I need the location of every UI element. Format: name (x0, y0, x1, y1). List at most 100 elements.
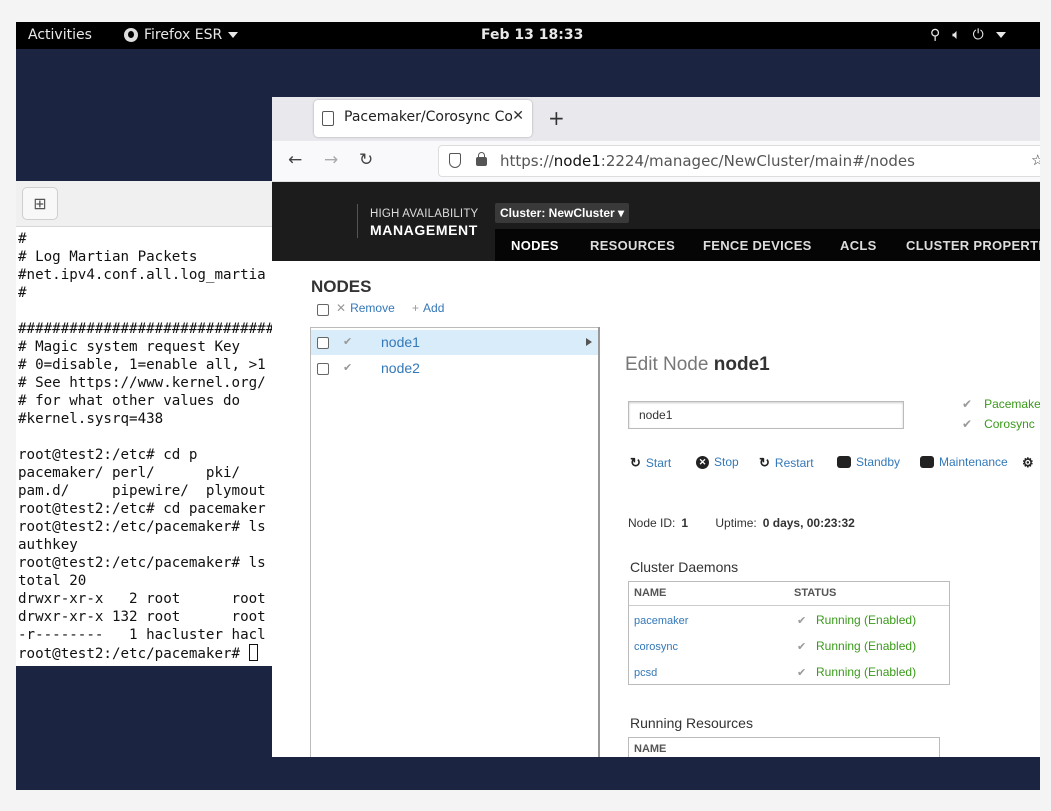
power-icon: ⏻ (972, 27, 984, 43)
running-resources-title: Running Resources (630, 715, 753, 731)
start-button[interactable]: ↻ Start (630, 455, 671, 471)
menu-cluster-properties[interactable]: CLUSTER PROPERTIE (906, 238, 1040, 253)
table-divider (629, 605, 949, 606)
restart-icon: ↻ (759, 455, 770, 470)
chevron-down-icon (228, 32, 239, 38)
terminal-line: # See https://www.kernel.org/ (18, 375, 266, 391)
brand-line2: MANAGEMENT (370, 222, 478, 238)
edit-node-title: Edit Node node1 (625, 354, 770, 375)
system-menu[interactable]: ⚲ 🔈︎ ⏻ (930, 27, 1006, 43)
terminal-prompt: root@test2:/etc/pacemaker# (18, 646, 249, 662)
tab-bar: Pacemaker/Corosync Con ✕ + (272, 97, 1040, 141)
daemon-table: NAME STATUS pacemaker ✔ Running (Enabled… (628, 581, 950, 685)
close-tab-icon[interactable]: ✕ (512, 108, 524, 124)
cluster-daemons-title: Cluster Daemons (630, 559, 739, 575)
main-menu: NODES RESOURCES FENCE DEVICES ACLS CLUST… (495, 229, 1040, 261)
menu-nodes[interactable]: NODES (511, 238, 559, 253)
stop-icon: ✕ (696, 455, 709, 469)
terminal-line: # for what other values do (18, 393, 241, 409)
network-icon: ⚲ (930, 27, 941, 43)
app-header: HIGH AVAILABILITY MANAGEMENT Cluster: Ne… (272, 182, 1040, 261)
daemon-status: Running (Enabled) (816, 665, 917, 679)
gnome-top-bar: Activities Firefox ESR Feb 13 18:33 ⚲ 🔈︎… (16, 22, 1040, 49)
terminal-line: authkey (18, 537, 78, 553)
terminal-line: root@test2:/etc/pacemaker# ls (18, 519, 266, 535)
node-checkbox[interactable] (317, 363, 329, 375)
remove-icon: ✕ (336, 301, 347, 315)
node-detail-panel: Edit Node node1 node1 ✔ Pacemake ✔ Corosyn… (598, 327, 1040, 757)
brand-line1: HIGH AVAILABILITY (370, 208, 479, 220)
standby-icon (837, 456, 851, 468)
terminal-line: drwxr-xr-x 2 root root (18, 591, 266, 607)
node-checkbox[interactable] (317, 337, 329, 349)
maintenance-button[interactable]: Maintenance (920, 455, 1008, 469)
terminal-line: total 20 (18, 573, 87, 589)
restart-button[interactable]: ↻ Restart (759, 455, 814, 471)
activities-button[interactable]: Activities (28, 27, 92, 43)
url-bar[interactable]: https://node1:2224/managec/NewCluster/ma… (438, 145, 1040, 177)
node-id-value: 1 (681, 516, 689, 530)
node-row[interactable]: ✔ node2 (311, 356, 598, 381)
start-icon: ↻ (630, 455, 641, 470)
table-row: pacemaker ✔ Running (Enabled) (629, 607, 949, 633)
cluster-select-button[interactable]: Cluster: NewCluster ▾ (495, 203, 630, 223)
new-tab-button[interactable]: ⊞ (22, 187, 58, 220)
firefox-window: Pacemaker/Corosync Con ✕ + ← → ↻ https:/… (272, 97, 1040, 757)
terminal-line: #kernel.sysrq=438 (18, 411, 164, 427)
node-name[interactable]: node2 (381, 360, 420, 376)
resources-table: NAME (628, 737, 940, 757)
new-tab-button[interactable]: + (548, 106, 565, 130)
app-menu[interactable]: Firefox ESR (124, 27, 239, 43)
new-tab-icon: ⊞ (33, 194, 47, 213)
header-divider (357, 204, 358, 238)
menu-resources[interactable]: RESOURCES (590, 238, 675, 253)
lock-icon[interactable] (476, 152, 487, 166)
table-row: corosync ✔ Running (Enabled) (629, 633, 949, 659)
tracking-shield-icon[interactable] (449, 153, 461, 168)
terminal-line: # (18, 231, 27, 247)
terminal-line: pacemaker/ perl/ pki/ (18, 465, 241, 481)
add-icon: + (412, 301, 420, 315)
bookmark-star-icon[interactable]: ☆ (1031, 151, 1040, 169)
chevron-down-icon (995, 32, 1006, 38)
daemon-name[interactable]: pcsd (634, 667, 657, 679)
nav-bar: ← → ↻ https://node1:2224/managec/NewClus… (272, 141, 1040, 182)
terminal-line: pam.d/ pipewire/ plymout (18, 483, 266, 499)
gear-icon: ⚙ (1022, 455, 1034, 470)
node-info: Node ID: 1 Uptime: 0 days, 00:23:32 (628, 516, 855, 530)
check-icon: ✔ (343, 336, 353, 348)
reload-icon[interactable]: ↻ (359, 150, 373, 170)
check-icon: ✔ (797, 615, 807, 627)
node-name-field[interactable]: node1 (628, 401, 904, 429)
selected-arrow-icon (586, 338, 592, 346)
terminal-line: root@test2:/etc# cd p (18, 447, 198, 463)
terminal-line: #net.ipv4.conf.all.log_martia (18, 267, 266, 283)
clock[interactable]: Feb 13 18:33 (481, 27, 583, 43)
browser-tab[interactable]: Pacemaker/Corosync Con ✕ (314, 100, 532, 137)
back-icon[interactable]: ← (288, 150, 302, 170)
stop-button[interactable]: ✕ Stop (696, 455, 739, 469)
menu-acls[interactable]: ACLS (840, 238, 877, 253)
remove-button[interactable]: ✕ Remove (336, 301, 395, 315)
daemon-name[interactable]: pacemaker (634, 615, 688, 627)
terminal-output[interactable]: # # Log Martian Packets #net.ipv4.conf.all… (16, 227, 286, 663)
add-button[interactable]: + Add (412, 301, 444, 315)
node-name[interactable]: node1 (381, 334, 420, 350)
terminal-line: # Magic system request Key (18, 339, 241, 355)
settings-button[interactable]: ⚙ (1022, 455, 1034, 471)
volume-icon: 🔈︎ (952, 27, 961, 43)
forward-icon[interactable]: → (324, 150, 338, 170)
app-menu-label: Firefox ESR (144, 27, 223, 43)
node-row[interactable]: ✔ node1 (311, 330, 598, 355)
terminal-line: -r-------- 1 hacluster hacl (18, 627, 266, 643)
terminal-window[interactable]: ⊞ # # Log Martian Packets #net.ipv4.conf.a… (16, 181, 286, 666)
column-header-name: NAME (634, 587, 667, 599)
standby-button[interactable]: Standby (837, 455, 900, 469)
pcsd-page: HIGH AVAILABILITY MANAGEMENT Cluster: Ne… (272, 182, 1040, 757)
daemon-name[interactable]: corosync (634, 641, 678, 653)
check-icon: ✔ (343, 362, 353, 374)
menu-fence-devices[interactable]: FENCE DEVICES (703, 238, 812, 253)
select-all-checkbox[interactable] (317, 304, 329, 316)
